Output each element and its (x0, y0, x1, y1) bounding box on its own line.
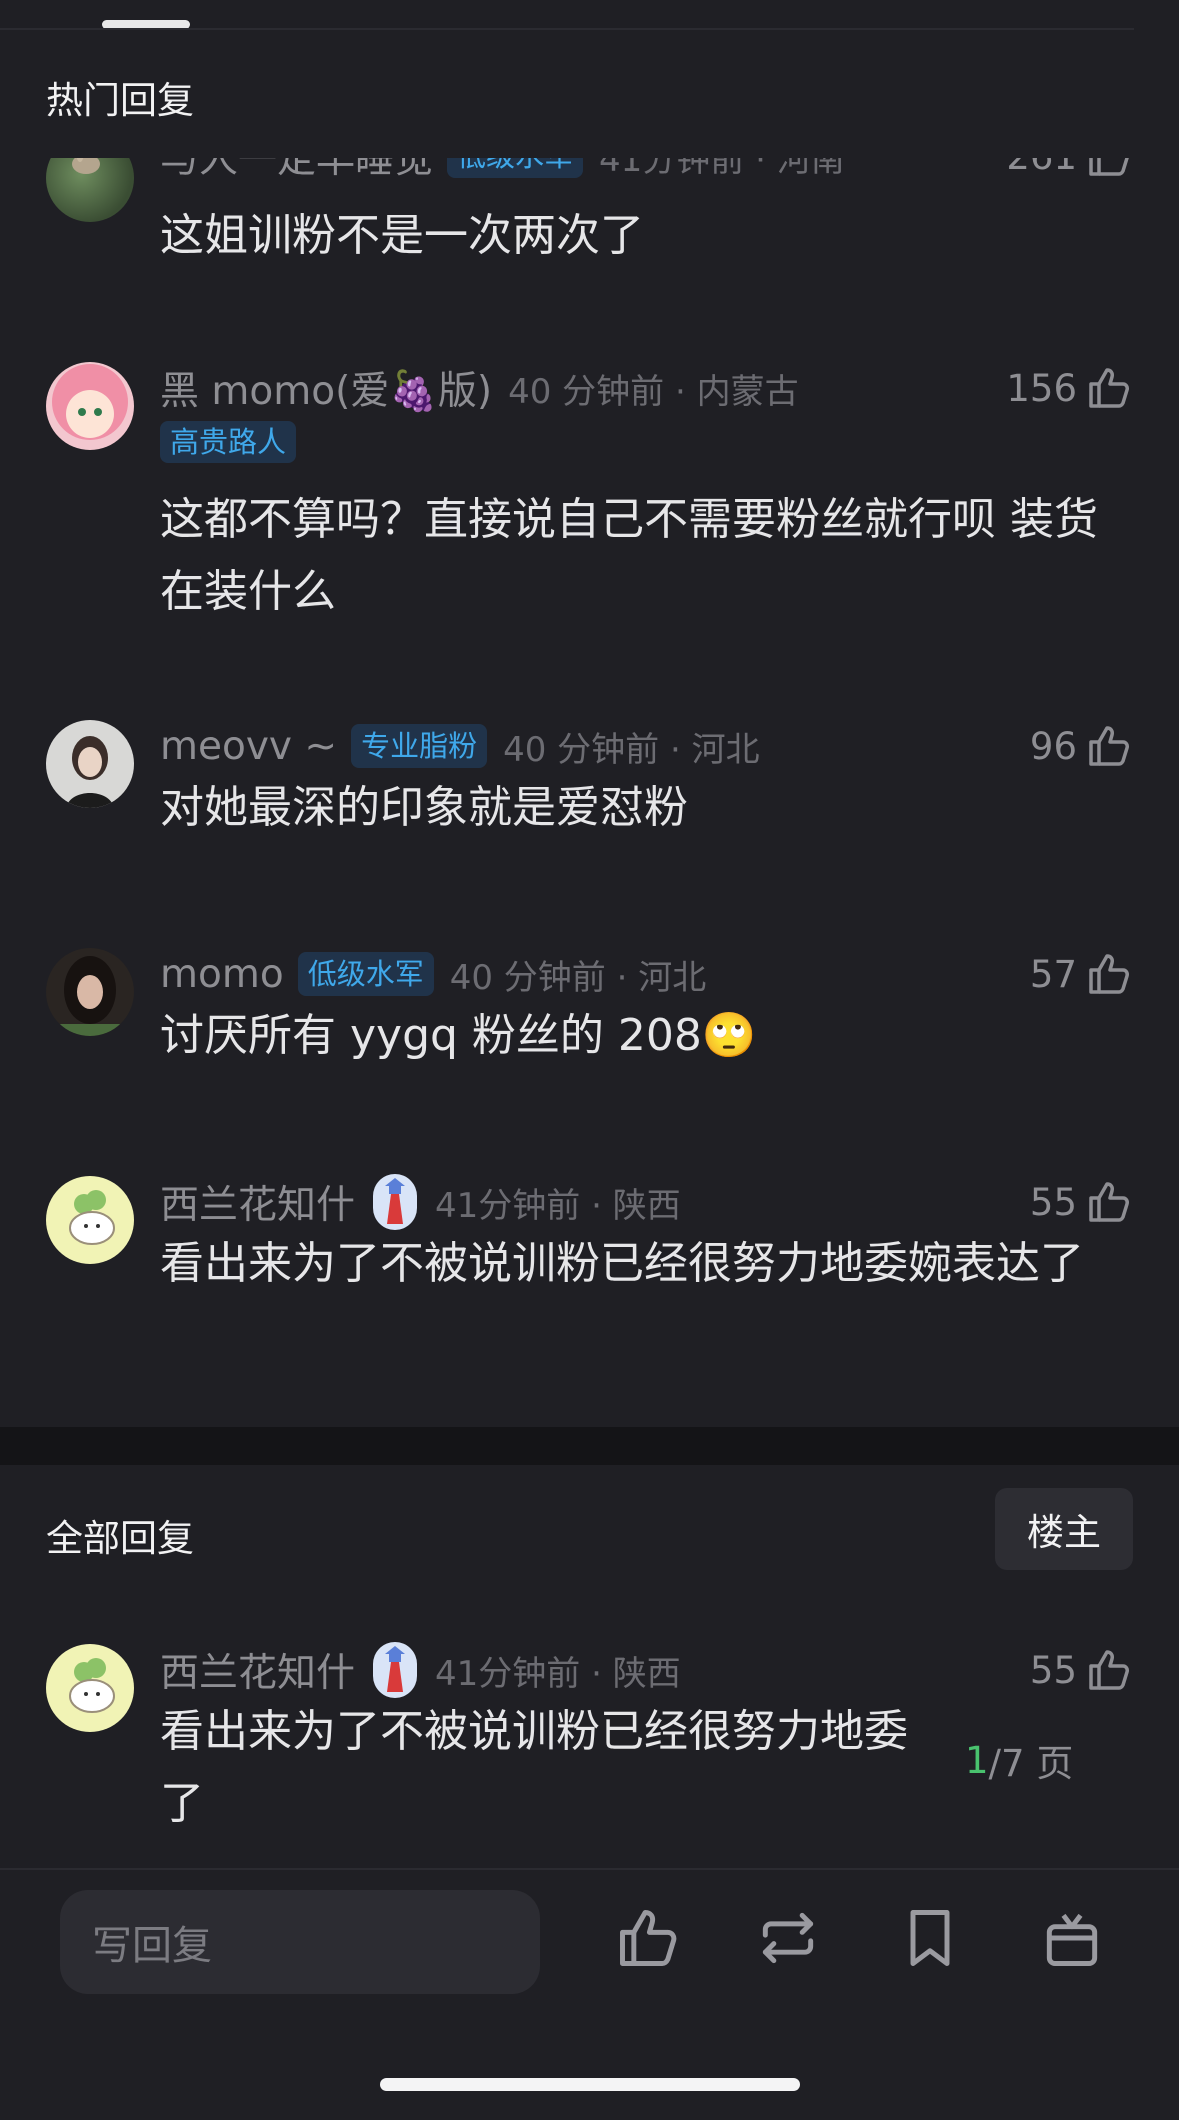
comment-item[interactable]: 与人一定早睡觉 低级水军 41分钟前 · 河南 261 这姐训粉不是一次两次了 (0, 0, 1179, 261)
like-count: 55 (1029, 1180, 1077, 1224)
username[interactable]: 与人一定早睡觉 (160, 158, 433, 184)
bookmark-icon[interactable] (896, 1904, 964, 1972)
like-count: 57 (1029, 952, 1077, 996)
comment-meta: 西兰花知什 41分钟前 · 陕西 (160, 1174, 681, 1230)
comment-time: 40 分钟前 · 河北 (449, 957, 707, 998)
comment-text: 讨厌所有 yygq 粉丝的 208🙄 (160, 1010, 757, 1061)
current-page: 1 (965, 1738, 989, 1782)
comment-item[interactable]: 西兰花知什 41分钟前 · 陕西 55 看出来为了不被说训粉已经很努力地委婉表达… (0, 1174, 1179, 1394)
comment-text: 对她最深的印象就是爱怼粉 (160, 782, 688, 833)
comment-text: 这姐训粉不是一次两次了 (160, 210, 644, 261)
thumbs-up-icon[interactable] (1085, 1646, 1133, 1694)
like-count: 156 (1006, 366, 1077, 410)
comment-meta: 黑 momo(爱🍇版) 40 分钟前 · 内蒙古 (160, 360, 799, 416)
lighthouse-badge-icon (373, 1642, 418, 1698)
like-control[interactable]: 261 (1006, 158, 1133, 184)
comment-text: 看出来为了不被说训粉已经很努力地委 (160, 1706, 908, 1757)
comment-item[interactable]: 黑 momo(爱🍇版) 40 分钟前 · 内蒙古 156 高贵路人 这都不算吗？… (0, 360, 1179, 640)
username[interactable]: 西兰花知什 (160, 1174, 355, 1230)
gift-icon[interactable] (1038, 1904, 1106, 1972)
total-pages: /7 页 (988, 1742, 1074, 1785)
comment-item[interactable]: momo 低级水军 40 分钟前 · 河北 57 讨厌所有 yygq 粉丝的 2… (0, 946, 1179, 1096)
user-avatar[interactable] (46, 1176, 134, 1264)
like-control[interactable]: 55 (1030, 1174, 1133, 1230)
user-badge: 专业脂粉 (351, 724, 488, 768)
user-avatar[interactable] (46, 1644, 134, 1732)
like-control[interactable]: 57 (1030, 946, 1133, 1002)
thumbs-up-icon[interactable] (1085, 950, 1133, 998)
username[interactable]: momo (160, 952, 284, 997)
reply-input[interactable]: 写回复 (60, 1890, 540, 1994)
comment-time: 41分钟前 · 河南 (599, 158, 845, 180)
thumbs-up-icon[interactable] (1085, 1178, 1133, 1226)
comment-meta: 与人一定早睡觉 低级水军 41分钟前 · 河南 (160, 158, 845, 184)
owner-only-button[interactable]: 楼主 (995, 1488, 1133, 1570)
user-avatar[interactable] (46, 948, 134, 1036)
user-badge: 低级水军 (297, 952, 434, 996)
like-control[interactable]: 55 (1030, 1642, 1133, 1698)
home-indicator[interactable] (380, 2078, 800, 2091)
thumbs-up-icon[interactable] (1085, 364, 1133, 412)
section-separator (0, 1427, 1179, 1465)
comment-time: 41分钟前 · 陕西 (435, 1185, 681, 1226)
user-badge: 低级水军 (447, 158, 584, 178)
username[interactable]: 西兰花知什 (160, 1642, 355, 1698)
lighthouse-badge-icon (373, 1174, 418, 1230)
comment-time: 40 分钟前 · 内蒙古 (508, 371, 799, 412)
page-indicator[interactable]: 1 /7 页 (965, 1730, 1073, 1790)
user-avatar[interactable] (46, 362, 134, 450)
all-replies-title: 全部回复 (46, 1517, 194, 1560)
comment-time: 40 分钟前 · 河北 (503, 729, 760, 770)
username[interactable]: meovv ~ (160, 724, 337, 769)
user-avatar[interactable] (46, 720, 134, 808)
username[interactable]: 黑 momo(爱🍇版) (160, 360, 492, 416)
user-avatar[interactable] (46, 158, 134, 222)
like-count: 96 (1029, 724, 1077, 768)
like-control[interactable]: 156 (1006, 360, 1133, 416)
comment-item[interactable]: meovv ~ 专业脂粉 40 分钟前 · 河北 96 对她最深的印象就是爱怼粉 (0, 718, 1179, 868)
comment-time: 41分钟前 · 陕西 (435, 1653, 681, 1694)
repost-icon[interactable] (754, 1904, 822, 1972)
thumbs-up-icon[interactable] (614, 1904, 682, 1972)
like-count: 55 (1029, 1648, 1077, 1692)
user-badge: 高贵路人 (160, 421, 297, 463)
thumbs-up-icon[interactable] (1085, 158, 1133, 180)
comment-meta: momo 低级水军 40 分钟前 · 河北 (160, 946, 706, 1002)
comment-meta: 西兰花知什 41分钟前 · 陕西 (160, 1642, 681, 1698)
comment-text: 这都不算吗？直接说自己不需要粉丝就行呗 装货在装什么 (160, 494, 1098, 617)
comment-text: 看出来为了不被说训粉已经很努力地委婉表达了 (160, 1238, 1084, 1289)
thumbs-up-icon[interactable] (1085, 722, 1133, 770)
like-count: 261 (1006, 158, 1077, 178)
comment-meta: meovv ~ 专业脂粉 40 分钟前 · 河北 (160, 718, 760, 774)
like-control[interactable]: 96 (1030, 718, 1133, 774)
